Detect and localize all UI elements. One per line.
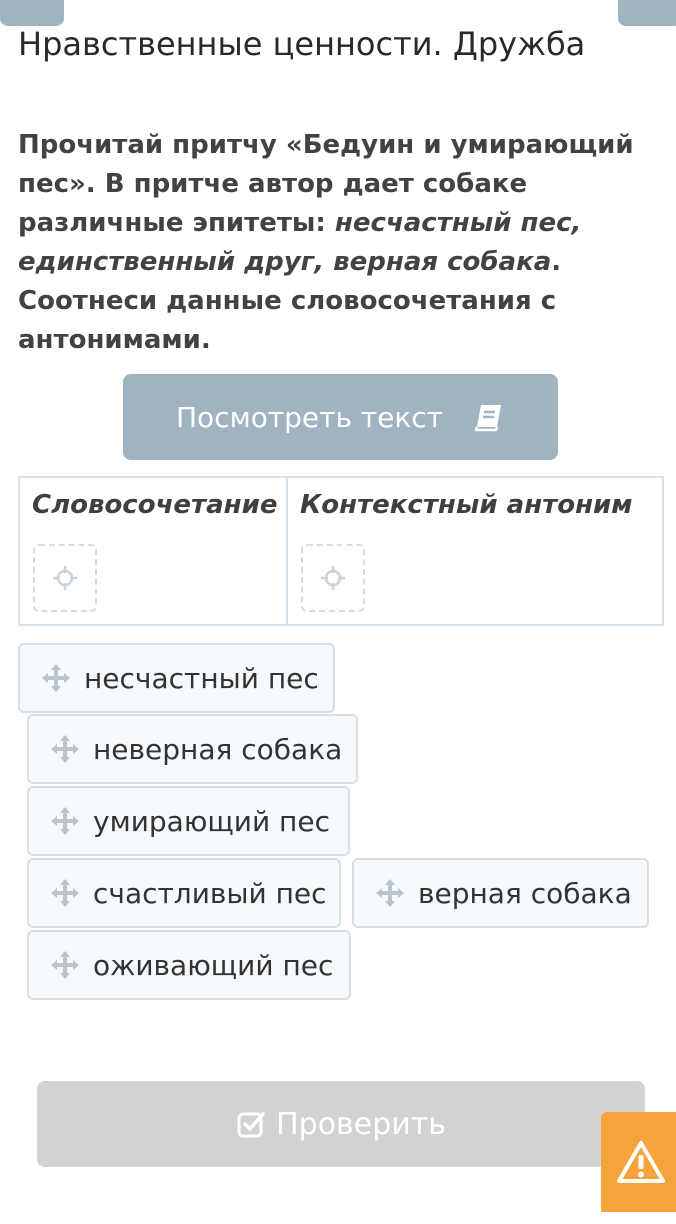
warning-icon	[617, 1141, 665, 1183]
page-title: Нравственные ценности. Дружба	[18, 25, 586, 63]
crosshair-icon	[53, 566, 77, 590]
chip-label: неверная собака	[93, 732, 343, 766]
check-button[interactable]: Проверить	[37, 1081, 645, 1167]
column-antonym: Контекстный антоним	[288, 478, 662, 624]
chip-label: несчастный пес	[84, 661, 319, 695]
matching-table: Словосочетание Контекстный антоним	[18, 476, 664, 626]
draggable-chip[interactable]: неверная собака	[27, 714, 358, 784]
view-text-label: Посмотреть текст	[175, 400, 443, 434]
draggable-chip[interactable]: умирающий пес	[27, 786, 350, 856]
top-left-tab	[0, 0, 64, 26]
draggable-chip[interactable]: оживающий пес	[27, 930, 351, 1000]
move-icon	[376, 879, 404, 907]
move-icon	[42, 664, 70, 692]
drop-slot-antonym[interactable]	[301, 544, 365, 612]
chip-label: умирающий пес	[93, 804, 330, 838]
top-right-tab	[618, 0, 676, 26]
report-problem-button[interactable]	[601, 1112, 676, 1212]
move-icon	[51, 735, 79, 763]
view-text-button[interactable]: Посмотреть текст	[123, 374, 558, 460]
move-icon	[51, 807, 79, 835]
move-icon	[51, 879, 79, 907]
draggable-chip[interactable]: верная собака	[352, 858, 649, 928]
task-instruction: Прочитай притчу «Бедуин и умирающий пес»…	[18, 126, 658, 360]
column-phrase: Словосочетание	[20, 478, 288, 624]
column-header-antonym: Контекстный антоним	[300, 490, 633, 520]
chip-label: оживающий пес	[93, 948, 334, 982]
chip-label: счастливый пес	[93, 876, 327, 910]
check-button-label: Проверить	[276, 1106, 446, 1142]
crosshair-icon	[321, 566, 345, 590]
draggable-chip[interactable]: несчастный пес	[18, 643, 335, 713]
column-header-phrase: Словосочетание	[32, 490, 278, 520]
check-square-icon	[237, 1112, 265, 1138]
book-icon	[474, 405, 501, 432]
draggable-chip[interactable]: счастливый пес	[27, 858, 341, 928]
drop-slot-phrase[interactable]	[33, 544, 97, 612]
chip-label: верная собака	[418, 876, 632, 910]
move-icon	[51, 951, 79, 979]
